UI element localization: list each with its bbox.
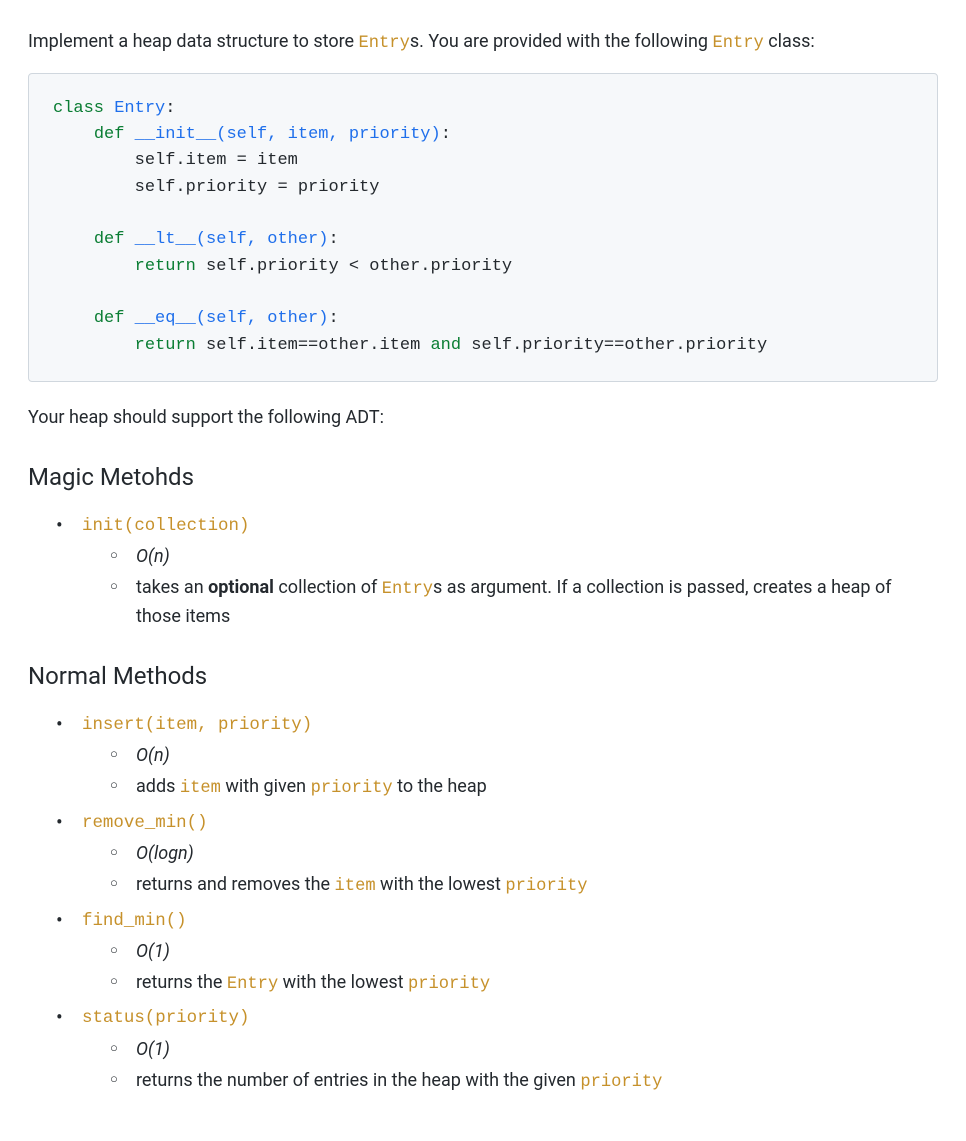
init-desc-bold: optional xyxy=(208,577,274,598)
kw-return-1: return xyxy=(135,257,196,276)
heading-normal-methods: Normal Methods xyxy=(28,658,938,694)
magic-init-item: init(collection) O(n) takes an optional … xyxy=(28,511,938,630)
intro-text-post: class: xyxy=(764,31,815,52)
entry-class-code-block: class Entry: def __init__(self, item, pr… xyxy=(28,73,938,382)
eq-body-b: self.priority==other.priority xyxy=(461,336,767,355)
find-min-desc-entry: Entry xyxy=(227,975,278,994)
adt-intro: Your heap should support the following A… xyxy=(28,404,938,431)
normal-methods-list: insert(item, priority) O(n) adds item wi… xyxy=(28,710,938,1095)
init-body-1: self.item = item xyxy=(135,151,298,170)
remove-min-desc-mid: with the lowest xyxy=(376,874,506,895)
insert-bigo-item: O(n) xyxy=(82,742,938,769)
intro-paragraph: Implement a heap data structure to store… xyxy=(28,28,938,57)
kw-return-2: return xyxy=(135,336,196,355)
status-sublist: O(1) returns the number of entries in th… xyxy=(82,1036,938,1096)
init-sublist: O(n) takes an optional collection of Ent… xyxy=(82,543,938,630)
remove-min-desc-item-code: item xyxy=(335,877,376,896)
insert-desc-priority: priority xyxy=(311,779,393,798)
find-min-sublist: O(1) returns the Entry with the lowest p… xyxy=(82,938,938,998)
find-min-bigo: O(1) xyxy=(136,941,170,962)
fn-eq: __eq__ xyxy=(135,309,196,328)
colon: : xyxy=(165,99,175,118)
status-bigo: O(1) xyxy=(136,1039,170,1060)
status-desc-item: returns the number of entries in the hea… xyxy=(82,1067,938,1096)
params-lt: (self, other) xyxy=(196,230,329,249)
intro-text-pre: Implement a heap data structure to store xyxy=(28,31,359,52)
kw-def-1: def xyxy=(94,125,125,144)
find-min-desc-item: returns the Entry with the lowest priori… xyxy=(82,969,938,998)
insert-desc-item-code: item xyxy=(180,779,221,798)
remove-min-bigo-item: O(logn) xyxy=(82,840,938,867)
remove-min-sublist: O(logn) returns and removes the item wit… xyxy=(82,840,938,900)
find-min-desc-pre: returns the xyxy=(136,972,227,993)
remove-min-desc-pre: returns and removes the xyxy=(136,874,335,895)
init-body-2: self.priority = priority xyxy=(135,178,380,197)
find-min-desc-priority: priority xyxy=(408,975,490,994)
kw-def-3: def xyxy=(94,309,125,328)
kw-def-2: def xyxy=(94,230,125,249)
remove-min-desc-priority: priority xyxy=(505,877,587,896)
status-desc-priority: priority xyxy=(580,1073,662,1092)
find-min-desc-mid: with the lowest xyxy=(278,972,408,993)
params-eq: (self, other) xyxy=(196,309,329,328)
insert-signature: insert(item, priority) xyxy=(82,715,312,735)
eq-body-a: self.item==other.item xyxy=(196,336,431,355)
status-item: status(priority) O(1) returns the number… xyxy=(28,1003,938,1095)
remove-min-item: remove_min() O(logn) returns and removes… xyxy=(28,808,938,900)
fn-init: __init__ xyxy=(135,125,217,144)
find-min-bigo-item: O(1) xyxy=(82,938,938,965)
fn-lt: __lt__ xyxy=(135,230,196,249)
status-desc-pre: returns the number of entries in the hea… xyxy=(136,1070,580,1091)
heading-magic-methods: Magic Metohds xyxy=(28,459,938,495)
remove-min-desc-item: returns and removes the item with the lo… xyxy=(82,871,938,900)
init-bigo-item: O(n) xyxy=(82,543,938,570)
lt-body: self.priority < other.priority xyxy=(196,257,512,276)
insert-desc-post: to the heap xyxy=(393,776,487,797)
init-desc-item: takes an optional collection of Entrys a… xyxy=(82,574,938,630)
kw-class: class xyxy=(53,99,104,118)
params-init: (self, item, priority) xyxy=(216,125,440,144)
remove-min-signature: remove_min() xyxy=(82,813,208,833)
insert-item: insert(item, priority) O(n) adds item wi… xyxy=(28,710,938,802)
init-desc-pre: takes an xyxy=(136,577,208,598)
insert-desc-item: adds item with given priority to the hea… xyxy=(82,773,938,802)
insert-bigo: O(n) xyxy=(136,745,170,766)
insert-desc-mid: with given xyxy=(221,776,311,797)
init-desc-mid: collection of xyxy=(274,577,382,598)
insert-desc-pre: adds xyxy=(136,776,180,797)
colon-2: : xyxy=(328,230,338,249)
colon-3: : xyxy=(328,309,338,328)
insert-sublist: O(n) adds item with given priority to th… xyxy=(82,742,938,802)
intro-entry-1: Entry xyxy=(359,34,410,53)
remove-min-bigo: O(logn) xyxy=(136,843,194,864)
status-bigo-item: O(1) xyxy=(82,1036,938,1063)
kw-and: and xyxy=(430,336,461,355)
find-min-item: find_min() O(1) returns the Entry with t… xyxy=(28,906,938,998)
colon-1: : xyxy=(441,125,451,144)
find-min-signature: find_min() xyxy=(82,911,187,931)
status-signature: status(priority) xyxy=(82,1008,249,1028)
init-desc-entry: Entry xyxy=(382,580,433,599)
intro-entry-2: Entry xyxy=(712,34,763,53)
init-signature: init(collection) xyxy=(82,516,249,536)
init-bigo: O(n) xyxy=(136,546,170,567)
intro-text-mid: s. You are provided with the following xyxy=(410,31,713,52)
magic-methods-list: init(collection) O(n) takes an optional … xyxy=(28,511,938,630)
class-name: Entry xyxy=(114,99,165,118)
